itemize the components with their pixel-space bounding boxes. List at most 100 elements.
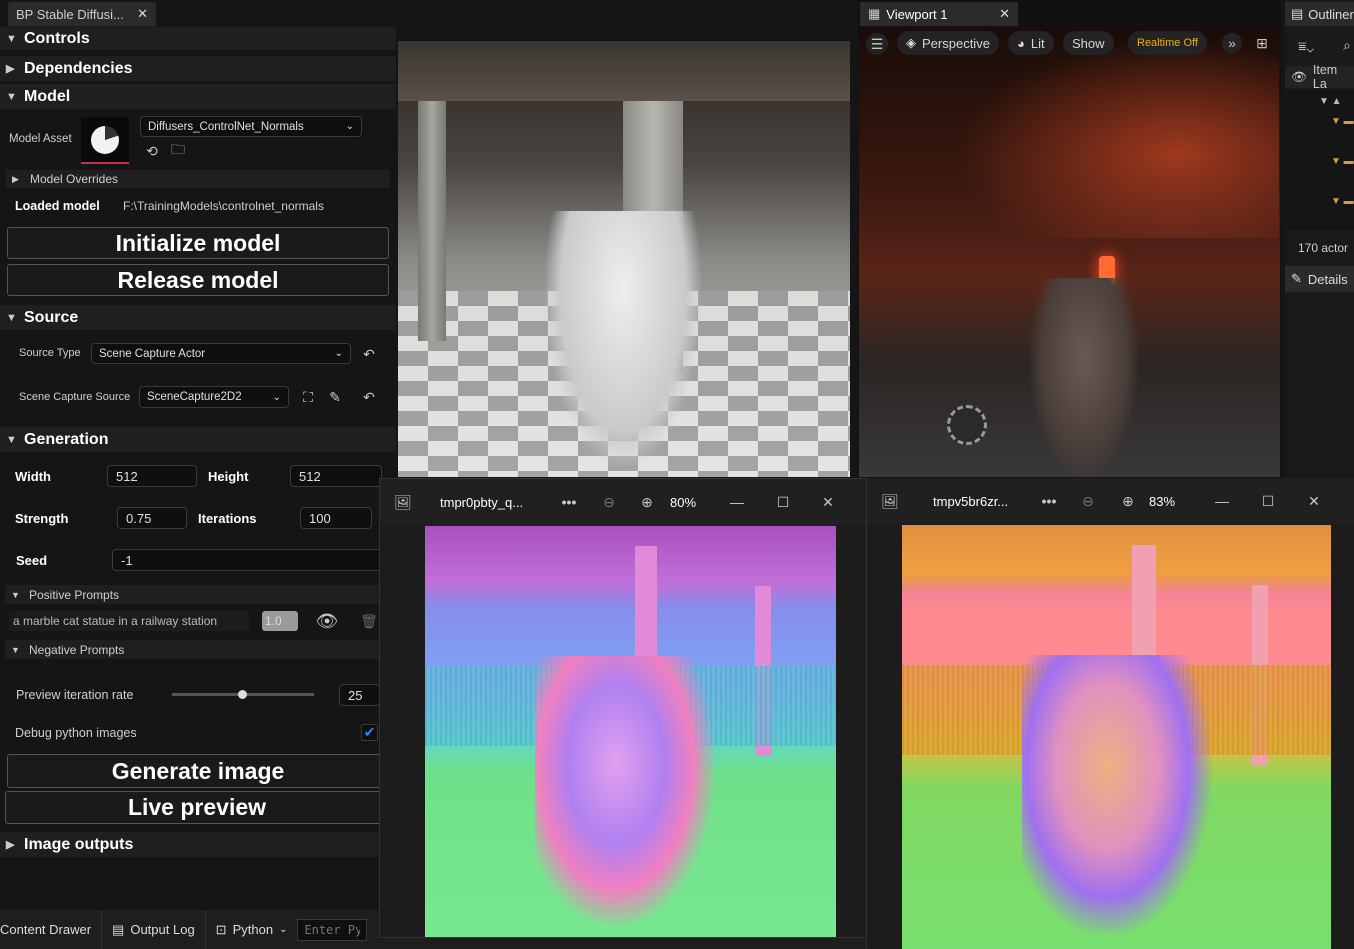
zoom-out-icon[interactable]: ⊖	[599, 494, 619, 511]
generation-header[interactable]: ▼ Generation	[0, 427, 396, 452]
seed-input[interactable]: -1	[112, 549, 382, 571]
eye-icon[interactable]: 👁	[316, 611, 339, 631]
more-icon[interactable]: •••	[557, 494, 581, 510]
tree-item[interactable]: ▼ ▲	[1319, 96, 1342, 107]
close-icon[interactable]: ✕	[137, 6, 148, 22]
release-model-button[interactable]: Release model	[7, 264, 389, 296]
reset-icon[interactable]: ↶	[361, 346, 377, 362]
close-icon[interactable]: ✕	[999, 6, 1010, 22]
pie-chart-icon	[91, 125, 119, 154]
live-preview-button[interactable]: Live preview	[5, 791, 389, 824]
eye-icon[interactable]: 👁	[1291, 70, 1307, 85]
controls-title: Controls	[24, 29, 90, 47]
close-icon[interactable]: ✕	[818, 494, 838, 511]
item-label-column: Item La	[1312, 63, 1338, 91]
close-icon[interactable]: ✕	[1304, 493, 1324, 510]
chevron-down-icon: ▼	[11, 644, 20, 655]
lit-button[interactable]: ◕ Lit	[1008, 31, 1054, 55]
initialize-model-button[interactable]: Initialize model	[7, 227, 389, 259]
content-drawer-button[interactable]: Content Drawer	[0, 910, 103, 949]
folder-icon[interactable]: ▼ ▬	[1331, 116, 1354, 127]
filter-icon[interactable]: ⩸⌄	[1294, 38, 1318, 54]
height-input[interactable]: 512	[290, 465, 382, 487]
image-file-title: tmpr0pbty_q...	[440, 494, 524, 510]
strength-input[interactable]: 0.75	[117, 507, 187, 529]
python-mode-combo[interactable]: ⊡ Python ⌄	[206, 910, 298, 949]
output-log-icon: ▤	[112, 921, 125, 937]
roof-magenta	[425, 526, 836, 606]
image-viewer-titlebar[interactable]: 🖼 tmpr0pbty_q... ••• ⊖ ⊕ 80% — ☐ ✕	[380, 479, 878, 525]
perspective-button[interactable]: ◈ Perspective	[897, 31, 999, 55]
maximize-icon[interactable]: ☐	[1258, 493, 1278, 510]
prompt-weight-value: 1.0	[265, 614, 282, 628]
more-icon[interactable]: •••	[1037, 493, 1061, 509]
cat-normals	[1022, 655, 1212, 935]
perspective-label: Perspective	[922, 35, 990, 51]
folder-icon[interactable]: ▼ ▬	[1331, 196, 1354, 207]
positive-prompts-row[interactable]: ▼ Positive Prompts	[5, 585, 380, 604]
layout-icon[interactable]: ⊞	[1252, 33, 1272, 53]
output-log-button[interactable]: ▤ Output Log	[102, 910, 206, 949]
zoom-out-icon[interactable]: ⊖	[1078, 493, 1098, 510]
select-actor-icon[interactable]: ⛶	[299, 389, 317, 405]
image-outputs-header[interactable]: ▶ Image outputs	[0, 832, 396, 857]
browse-folder-icon[interactable]: 🗀	[169, 141, 187, 159]
trash-icon[interactable]: 🗑	[360, 612, 378, 630]
dependencies-header[interactable]: ▶ Dependencies	[0, 56, 396, 81]
zoom-in-icon[interactable]: ⊕	[637, 494, 657, 511]
folder-icon[interactable]: ▼ ▬	[1331, 156, 1354, 167]
source-type-combo[interactable]: Scene Capture Actor ⌄	[91, 343, 351, 364]
debug-images-checkbox[interactable]: ✔	[361, 724, 378, 741]
model-header[interactable]: ▼ Model	[0, 84, 396, 109]
minimize-icon[interactable]: —	[727, 494, 747, 510]
scene-capture-combo[interactable]: SceneCapture2D2 ⌄	[139, 386, 289, 408]
minimize-icon[interactable]: —	[1212, 493, 1232, 509]
normal-map-image	[902, 525, 1331, 949]
model-asset-value: Diffusers_ControlNet_Normals	[148, 120, 304, 133]
positive-prompt-input[interactable]: a marble cat statue in a railway station	[9, 611, 249, 631]
zoom-in-icon[interactable]: ⊕	[1118, 493, 1138, 510]
outliner-tab[interactable]: ▤ Outliner	[1285, 2, 1354, 26]
loaded-model-label: Loaded model	[15, 199, 100, 213]
viewport-scene[interactable]	[859, 28, 1280, 477]
iterations-label: Iterations	[198, 511, 257, 526]
actor-count: 170 actor	[1298, 241, 1349, 255]
prompt-weight-input[interactable]: 1.0	[262, 611, 298, 631]
tab-bp-stable-diffusion[interactable]: BP Stable Diffusi... ✕	[8, 2, 156, 26]
image-outputs-title: Image outputs	[24, 835, 134, 853]
rendered-image	[398, 41, 850, 477]
hamburger-menu-icon[interactable]: ☰	[866, 33, 888, 55]
maximize-icon[interactable]: ☐	[773, 494, 793, 511]
tab-viewport-1[interactable]: ▦ Viewport 1 ✕	[860, 2, 1018, 26]
model-title: Model	[24, 87, 71, 105]
reset-icon[interactable]: ↶	[361, 389, 377, 405]
slider-thumb[interactable]	[237, 690, 247, 699]
eyedropper-icon[interactable]: ✎	[326, 389, 344, 405]
realtime-off-button[interactable]: Realtime Off	[1128, 31, 1207, 55]
iterations-input[interactable]: 100	[300, 507, 372, 529]
width-input[interactable]: 512	[107, 465, 197, 487]
show-button[interactable]: Show	[1063, 31, 1114, 55]
chevron-down-icon: ▼	[6, 32, 17, 45]
source-type-value: Scene Capture Actor	[99, 347, 206, 360]
terminal-icon: ⊡	[215, 921, 227, 937]
expand-icon[interactable]: »	[1222, 33, 1242, 53]
chevron-right-icon: ▶	[6, 63, 15, 75]
generate-image-button[interactable]: Generate image	[7, 754, 389, 788]
image-viewer-titlebar[interactable]: 🖼 tmpv5br6zr... ••• ⊖ ⊕ 83% — ☐ ✕	[867, 478, 1354, 524]
model-asset-combo[interactable]: Diffusers_ControlNet_Normals ⌄	[140, 116, 362, 137]
console-input[interactable]	[297, 918, 368, 941]
search-icon[interactable]: ⌕	[1339, 36, 1354, 54]
model-asset-thumbnail[interactable]	[81, 117, 129, 164]
preview-rate-input[interactable]: 25	[339, 684, 380, 706]
cat-statue-lit	[1029, 278, 1139, 477]
chevron-down-icon: ▼	[11, 589, 20, 600]
negative-prompts-row[interactable]: ▼ Negative Prompts	[5, 640, 380, 659]
source-header[interactable]: ▼ Source	[0, 305, 396, 330]
model-overrides-row[interactable]: ▶ Model Overrides	[6, 170, 390, 188]
controls-header[interactable]: ▼ Controls	[0, 27, 396, 50]
use-selected-icon[interactable]: ⟲	[143, 143, 161, 159]
image-viewer-window-1: 🖼 tmpr0pbty_q... ••• ⊖ ⊕ 80% — ☐ ✕	[379, 478, 879, 938]
details-tab[interactable]: ✎ Details	[1285, 266, 1354, 292]
preview-rate-slider[interactable]	[172, 690, 314, 699]
